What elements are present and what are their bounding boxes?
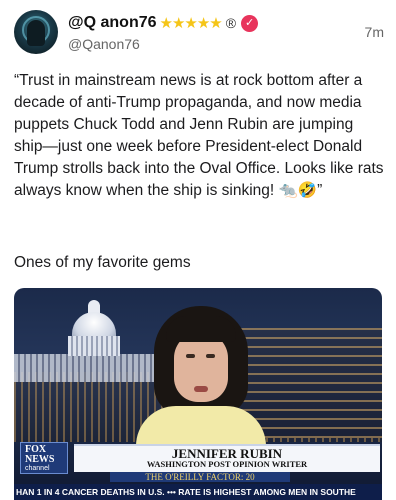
network-logo: FOX NEWS channel (20, 442, 68, 474)
user-handle[interactable]: @Qanon76 (68, 36, 140, 52)
display-name[interactable]: @Q anon76 (68, 14, 157, 32)
news-ticker: HAN 1 IN 4 CANCER DEATHS IN U.S. ••• RAT… (14, 484, 382, 500)
post-caption: Ones of my favorite gems (14, 254, 191, 271)
registered-icon: ® (225, 15, 237, 31)
lower-third: FOX NEWS channel JENNIFER RUBIN WASHINGT… (14, 438, 382, 482)
post-header: @Q anon76 ★★★★★ ® ✓ @Qanon76 7m (14, 10, 384, 60)
verified-badge-icon: ✓ (241, 14, 259, 32)
avatar[interactable] (14, 10, 58, 54)
guest-title: WASHINGTON POST OPINION WRITER (146, 459, 308, 469)
avatar-figure (27, 20, 45, 46)
stars-icon: ★★★★★ (159, 15, 223, 32)
capitol-dome (62, 300, 126, 358)
guest-name-panel: JENNIFER RUBIN WASHINGTON POST OPINION W… (74, 444, 380, 472)
post-body: “Trust in mainstream news is at rock bot… (14, 72, 384, 199)
show-name: THE O'REILLY FACTOR: 20 (110, 472, 290, 482)
guest-person (136, 306, 266, 476)
name-row: @Q anon76 ★★★★★ ® ✓ (68, 12, 259, 34)
video-thumbnail[interactable]: FOX NEWS channel JENNIFER RUBIN WASHINGT… (14, 288, 382, 500)
post-timestamp: 7m (364, 24, 384, 40)
